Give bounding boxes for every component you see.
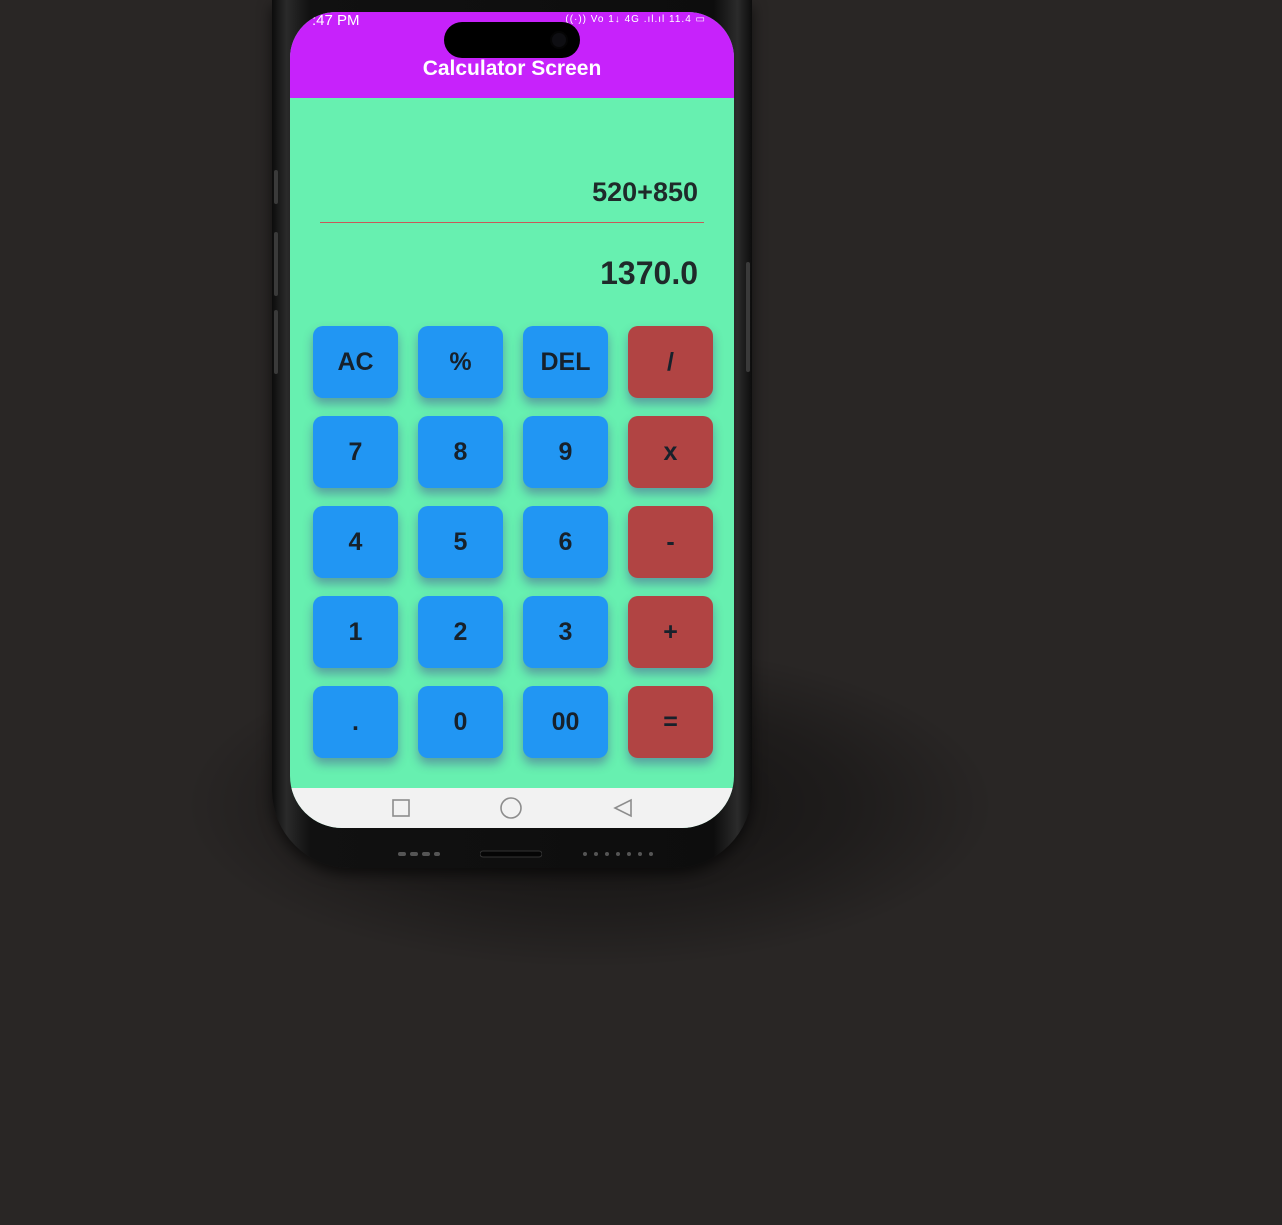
key-multiply-button[interactable]: x [628, 416, 713, 488]
key-delete-button[interactable]: DEL [523, 326, 608, 398]
back-triangle-icon[interactable] [611, 796, 635, 820]
result-display: 1370.0 [600, 255, 698, 291]
key-digit-7-button[interactable]: 7 [313, 416, 398, 488]
key-digit-2-button[interactable]: 2 [418, 596, 503, 668]
status-icons: ((·)) Vo 1↓ 4G .ıl.ıl 11.4 ▭ [565, 14, 706, 25]
app-bar: :47 PM ((·)) Vo 1↓ 4G .ıl.ıl 11.4 ▭ Calc… [290, 12, 734, 98]
speaker-grille-right [582, 850, 658, 858]
key-subtract-button[interactable]: - [628, 506, 713, 578]
key-double-zero-button[interactable]: 00 [523, 686, 608, 758]
key-equals-button[interactable]: = [628, 686, 713, 758]
camera-icon [552, 33, 566, 47]
key-digit-5-button[interactable]: 5 [418, 506, 503, 578]
recents-square-icon[interactable] [389, 796, 413, 820]
charging-port [480, 850, 542, 858]
status-time: :47 PM [312, 12, 360, 29]
key-decimal-button[interactable]: . [313, 686, 398, 758]
phone-volume-down-button [274, 310, 278, 374]
phone-action-button [274, 170, 278, 204]
speaker-grille-left [398, 850, 442, 858]
system-navigation-bar [290, 788, 734, 828]
expression-display: 520+850 [592, 177, 698, 207]
key-digit-8-button[interactable]: 8 [418, 416, 503, 488]
key-clear-button[interactable]: AC [313, 326, 398, 398]
dynamic-island [444, 22, 580, 58]
key-digit-0-button[interactable]: 0 [418, 686, 503, 758]
key-digit-9-button[interactable]: 9 [523, 416, 608, 488]
key-add-button[interactable]: + [628, 596, 713, 668]
page-title: Calculator Screen [422, 57, 602, 80]
display-divider [320, 222, 704, 223]
key-digit-6-button[interactable]: 6 [523, 506, 608, 578]
key-digit-1-button[interactable]: 1 [313, 596, 398, 668]
phone-power-button [746, 262, 750, 372]
key-digit-3-button[interactable]: 3 [523, 596, 608, 668]
key-percent-button[interactable]: % [418, 326, 503, 398]
key-divide-button[interactable]: / [628, 326, 713, 398]
home-circle-icon[interactable] [499, 796, 523, 820]
phone-screen: :47 PM ((·)) Vo 1↓ 4G .ıl.ıl 11.4 ▭ Calc… [290, 12, 734, 828]
phone-volume-up-button [274, 232, 278, 296]
key-digit-4-button[interactable]: 4 [313, 506, 398, 578]
